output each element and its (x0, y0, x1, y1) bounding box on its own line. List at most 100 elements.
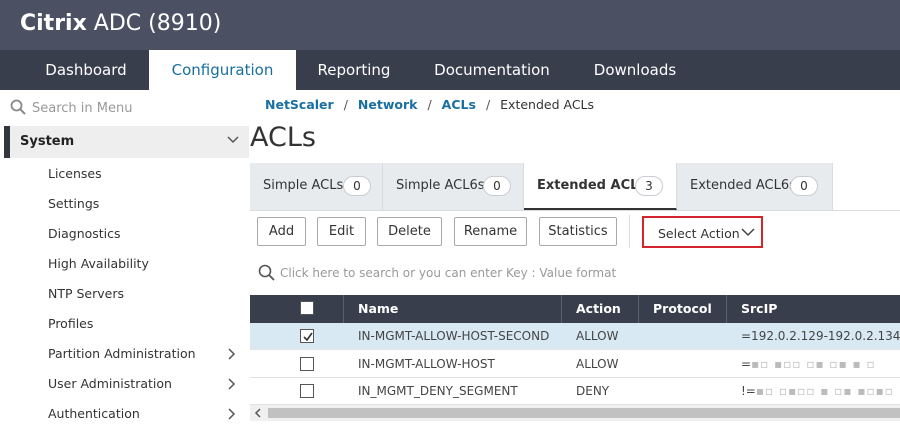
sidebar-item-ntp-servers[interactable]: NTP Servers (48, 279, 248, 309)
redacted-value: ▪▫ ▪▫▫ ▫▪ ▫▪ ▪ ▫ (751, 357, 876, 371)
table-row[interactable]: IN_MGMT_DENY_SEGMENT DENY !=▪▫ ▫▪▫▫ ▪ ▫▪… (250, 378, 900, 405)
select-all-cell (250, 295, 344, 323)
brand-model: ADC (8910) (86, 11, 222, 36)
tab-label: Simple ACL6s (396, 178, 485, 193)
tab-label: Extended ACLs (537, 178, 647, 193)
select-action-label: Select Action (658, 226, 740, 241)
sidebar-item-user-administration[interactable]: User Administration (48, 369, 248, 399)
tab-simple-acl6s[interactable]: Simple ACL6s 0 (383, 163, 524, 210)
acl-tabs: Simple ACLs 0 Simple ACL6s 0 Extended AC… (250, 163, 900, 210)
select-action-dropdown[interactable]: Select Action (642, 216, 763, 248)
nav-tab-dashboard[interactable]: Dashboard (23, 50, 149, 90)
column-header-name[interactable]: Name (344, 295, 562, 323)
column-header-action[interactable]: Action (562, 295, 639, 323)
sidebar-item-licenses[interactable]: Licenses (48, 159, 248, 189)
statistics-button[interactable]: Statistics (539, 217, 617, 246)
chevron-right-icon (228, 378, 236, 390)
nav-tab-downloads[interactable]: Downloads (572, 50, 698, 90)
tab-label: Simple ACLs (263, 178, 344, 193)
nav-tab-reporting[interactable]: Reporting (296, 50, 412, 90)
sidebar-item-authentication[interactable]: Authentication (48, 399, 248, 429)
cell-name: IN_MGMT_DENY_SEGMENT (358, 384, 518, 398)
delete-button[interactable]: Delete (377, 217, 442, 246)
page-title: ACLs (250, 122, 316, 153)
sidebar-item-label: Authentication (48, 406, 140, 421)
add-button[interactable]: Add (257, 217, 306, 246)
table-row[interactable]: IN-MGMT-ALLOW-HOST-SECOND ALLOW =192.0.2… (250, 323, 900, 350)
cell-action: ALLOW (576, 329, 619, 343)
tab-extended-acls[interactable]: Extended ACLs 3 (524, 163, 677, 210)
table-search-input[interactable] (280, 263, 880, 283)
checkmark-icon (303, 332, 313, 342)
chevron-right-icon (228, 408, 236, 420)
tab-extended-acl6s[interactable]: Extended ACL6s 0 (677, 163, 833, 210)
cell-name: IN-MGMT-ALLOW-HOST (358, 357, 495, 371)
main-nav: Dashboard Configuration Reporting Docume… (0, 50, 900, 90)
table-header: Name Action Protocol SrcIP (250, 295, 900, 323)
cell-protocol (653, 323, 723, 350)
sidebar-item-label: Diagnostics (48, 226, 121, 241)
nav-tab-configuration[interactable]: Configuration (149, 50, 296, 90)
table-row[interactable]: IN-MGMT-ALLOW-HOST ALLOW =▪▫ ▪▫▫ ▫▪ ▫▪ ▪… (250, 351, 900, 378)
breadcrumb-separator: / (485, 97, 491, 112)
chevron-right-icon (228, 348, 236, 360)
tab-simple-acls[interactable]: Simple ACLs 0 (250, 163, 383, 210)
brand-bold: Citrix (20, 11, 87, 36)
row-checkbox[interactable] (300, 384, 314, 398)
breadcrumb: NetScaler / Network / ACLs / Extended ACLs (265, 97, 594, 112)
sidebar-item-high-availability[interactable]: High Availability (48, 249, 248, 279)
sidebar-item-label: NTP Servers (48, 286, 125, 301)
menu-search-input[interactable] (32, 98, 232, 118)
sidebar-item-label: Profiles (48, 316, 94, 331)
column-header-protocol[interactable]: Protocol (639, 295, 727, 323)
cell-action: ALLOW (576, 357, 619, 371)
menu-search (10, 98, 240, 118)
cell-srcip: =▪▫ ▪▫▫ ▫▪ ▫▪ ▪ ▫ (741, 351, 900, 378)
sidebar-item-profiles[interactable]: Profiles (48, 309, 248, 339)
sidebar-item-label: Partition Administration (48, 346, 196, 361)
redacted-value: ▪▫ ▫▪▫▫ ▪ ▫▪ ▪▫▪▫ (755, 384, 894, 398)
row-checkbox[interactable] (300, 329, 314, 343)
table-search (250, 256, 900, 290)
toolbar-divider (629, 215, 630, 248)
rename-button[interactable]: Rename (454, 217, 527, 246)
tab-count-badge: 0 (343, 176, 371, 196)
column-header-srcip[interactable]: SrcIP (727, 295, 900, 323)
horizontal-scrollbar[interactable] (250, 405, 900, 421)
breadcrumb-current: Extended ACLs (500, 97, 595, 112)
tab-label: Extended ACL6s (690, 178, 796, 193)
search-icon (10, 99, 26, 115)
breadcrumb-separator: / (427, 97, 432, 112)
cell-action: DENY (576, 384, 610, 398)
breadcrumb-separator: / (343, 97, 348, 112)
cell-srcip-prefix: != (741, 384, 756, 398)
cell-srcip: !=▪▫ ▫▪▫▫ ▪ ▫▪ ▪▫▪▫ (741, 378, 900, 405)
sidebar-item-label: Settings (48, 196, 100, 211)
select-all-checkbox[interactable] (300, 301, 314, 315)
breadcrumb-acls[interactable]: ACLs (442, 97, 476, 112)
cell-protocol (653, 378, 723, 405)
chevron-down-icon (227, 136, 239, 144)
row-checkbox[interactable] (300, 357, 314, 371)
nav-tab-documentation[interactable]: Documentation (412, 50, 572, 90)
tab-count-badge: 0 (790, 176, 818, 196)
sidebar-item-label: Licenses (48, 166, 102, 181)
sidebar-menu: System Licenses Settings Diagnostics Hig… (0, 90, 249, 430)
sidebar-item-diagnostics[interactable]: Diagnostics (48, 219, 248, 249)
sidebar-item-settings[interactable]: Settings (48, 189, 248, 219)
breadcrumb-network[interactable]: Network (358, 97, 418, 112)
sidebar-section-system[interactable]: System (4, 126, 249, 158)
app-header: Citrix ADC (8910) (0, 0, 900, 50)
tab-count-badge: 0 (483, 176, 511, 196)
chevron-down-icon (741, 228, 755, 237)
scrollbar-thumb[interactable] (268, 408, 900, 418)
sidebar-item-partition-administration[interactable]: Partition Administration (48, 339, 248, 369)
scroll-left-icon[interactable] (254, 408, 262, 418)
sidebar-section-label: System (20, 134, 75, 149)
breadcrumb-netscaler[interactable]: NetScaler (265, 97, 334, 112)
tabs-divider (250, 210, 900, 211)
cell-protocol (653, 351, 723, 378)
cell-srcip: =192.0.2.129-192.0.2.134 (741, 329, 900, 343)
edit-button[interactable]: Edit (317, 217, 366, 246)
cell-srcip-prefix: = (741, 357, 752, 371)
